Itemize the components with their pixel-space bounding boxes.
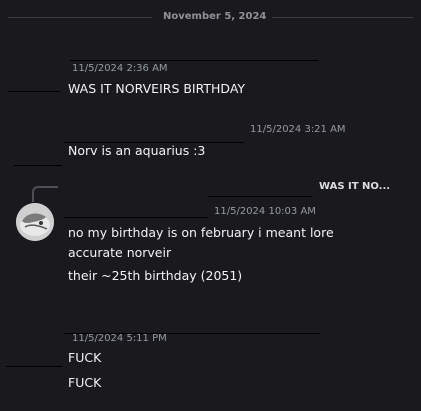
message-text: FUCK [68,350,102,365]
redacted-avatar-bar [14,165,62,166]
message-timestamp: 11/5/2024 2:36 AM [72,63,168,74]
date-divider-label: November 5, 2024 [157,11,273,22]
reply-preview-text[interactable]: WAS IT NO... [319,181,390,192]
date-divider-line-left [8,17,152,18]
redacted-username-bar [64,217,208,218]
message-text: WAS IT NORVEIRS BIRTHDAY [68,81,246,96]
date-divider-line-right [272,17,413,18]
avatar[interactable] [16,203,54,241]
message-text: Norv is an aquarius :3 [68,143,206,158]
message-text: no my birthday is on february i meant lo… [68,225,334,240]
message-text: their ~25th birthday (2051) [68,268,243,283]
message-text: FUCK [68,375,102,390]
message-text: accurate norveir [68,245,172,260]
message-timestamp: 11/5/2024 10:03 AM [214,206,316,217]
redacted-avatar-bar [6,366,62,367]
message-timestamp: 11/5/2024 5:11 PM [72,333,167,344]
message-timestamp: 11/5/2024 3:21 AM [250,124,346,135]
redacted-username-bar [70,60,318,61]
redacted-reply-author-bar [208,196,312,197]
redacted-avatar-bar [8,91,60,92]
reply-connector [32,186,58,202]
